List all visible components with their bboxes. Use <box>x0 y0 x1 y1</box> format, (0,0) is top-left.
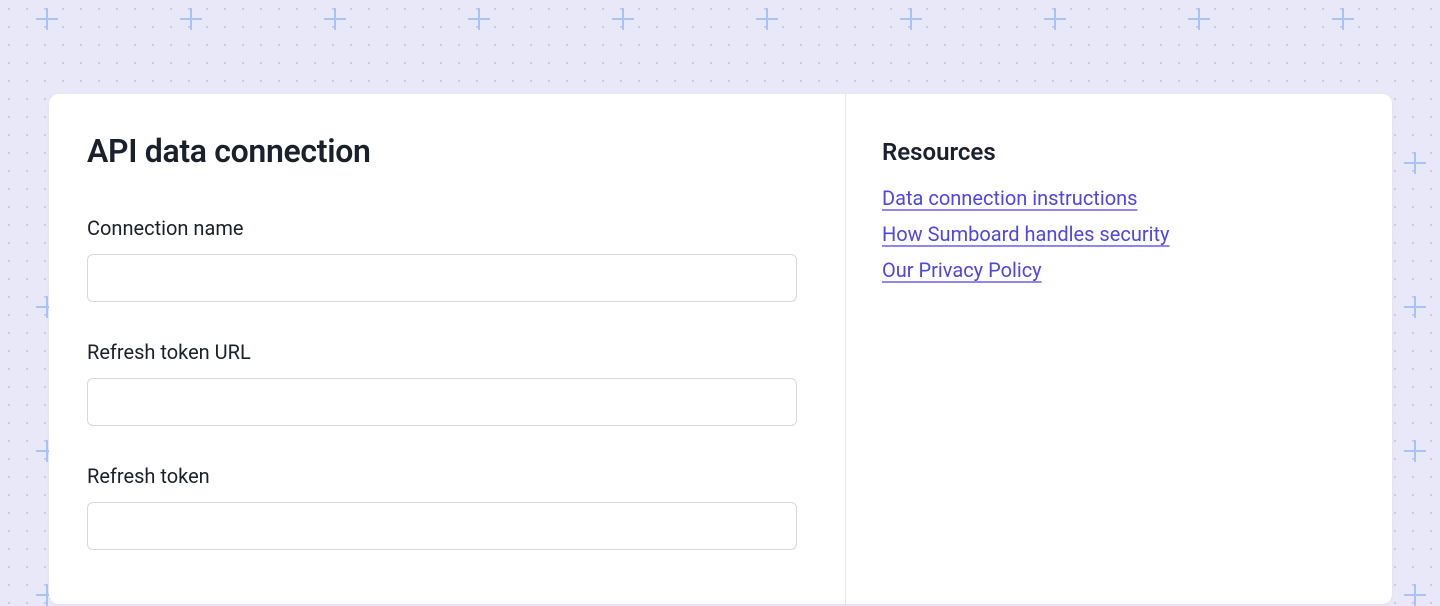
resources-title: Resources <box>882 138 1356 166</box>
refresh-token-url-input[interactable] <box>87 378 797 426</box>
resources-list: Data connection instructions How Sumboar… <box>882 186 1356 294</box>
resource-link-instructions[interactable]: Data connection instructions <box>882 186 1137 210</box>
settings-card: API data connection Connection name Refr… <box>49 94 1392 604</box>
connection-name-label: Connection name <box>87 216 807 240</box>
refresh-token-input[interactable] <box>87 502 797 550</box>
resource-link-security[interactable]: How Sumboard handles security <box>882 222 1170 246</box>
page-title: API data connection <box>87 132 807 170</box>
resource-link-privacy[interactable]: Our Privacy Policy <box>882 258 1042 282</box>
refresh-token-url-label: Refresh token URL <box>87 340 807 364</box>
field-refresh-token: Refresh token <box>87 464 807 550</box>
form-column: API data connection Connection name Refr… <box>49 94 846 604</box>
field-refresh-token-url: Refresh token URL <box>87 340 807 426</box>
refresh-token-label: Refresh token <box>87 464 807 488</box>
connection-name-input[interactable] <box>87 254 797 302</box>
resources-column: Resources Data connection instructions H… <box>846 94 1392 604</box>
field-connection-name: Connection name <box>87 216 807 302</box>
